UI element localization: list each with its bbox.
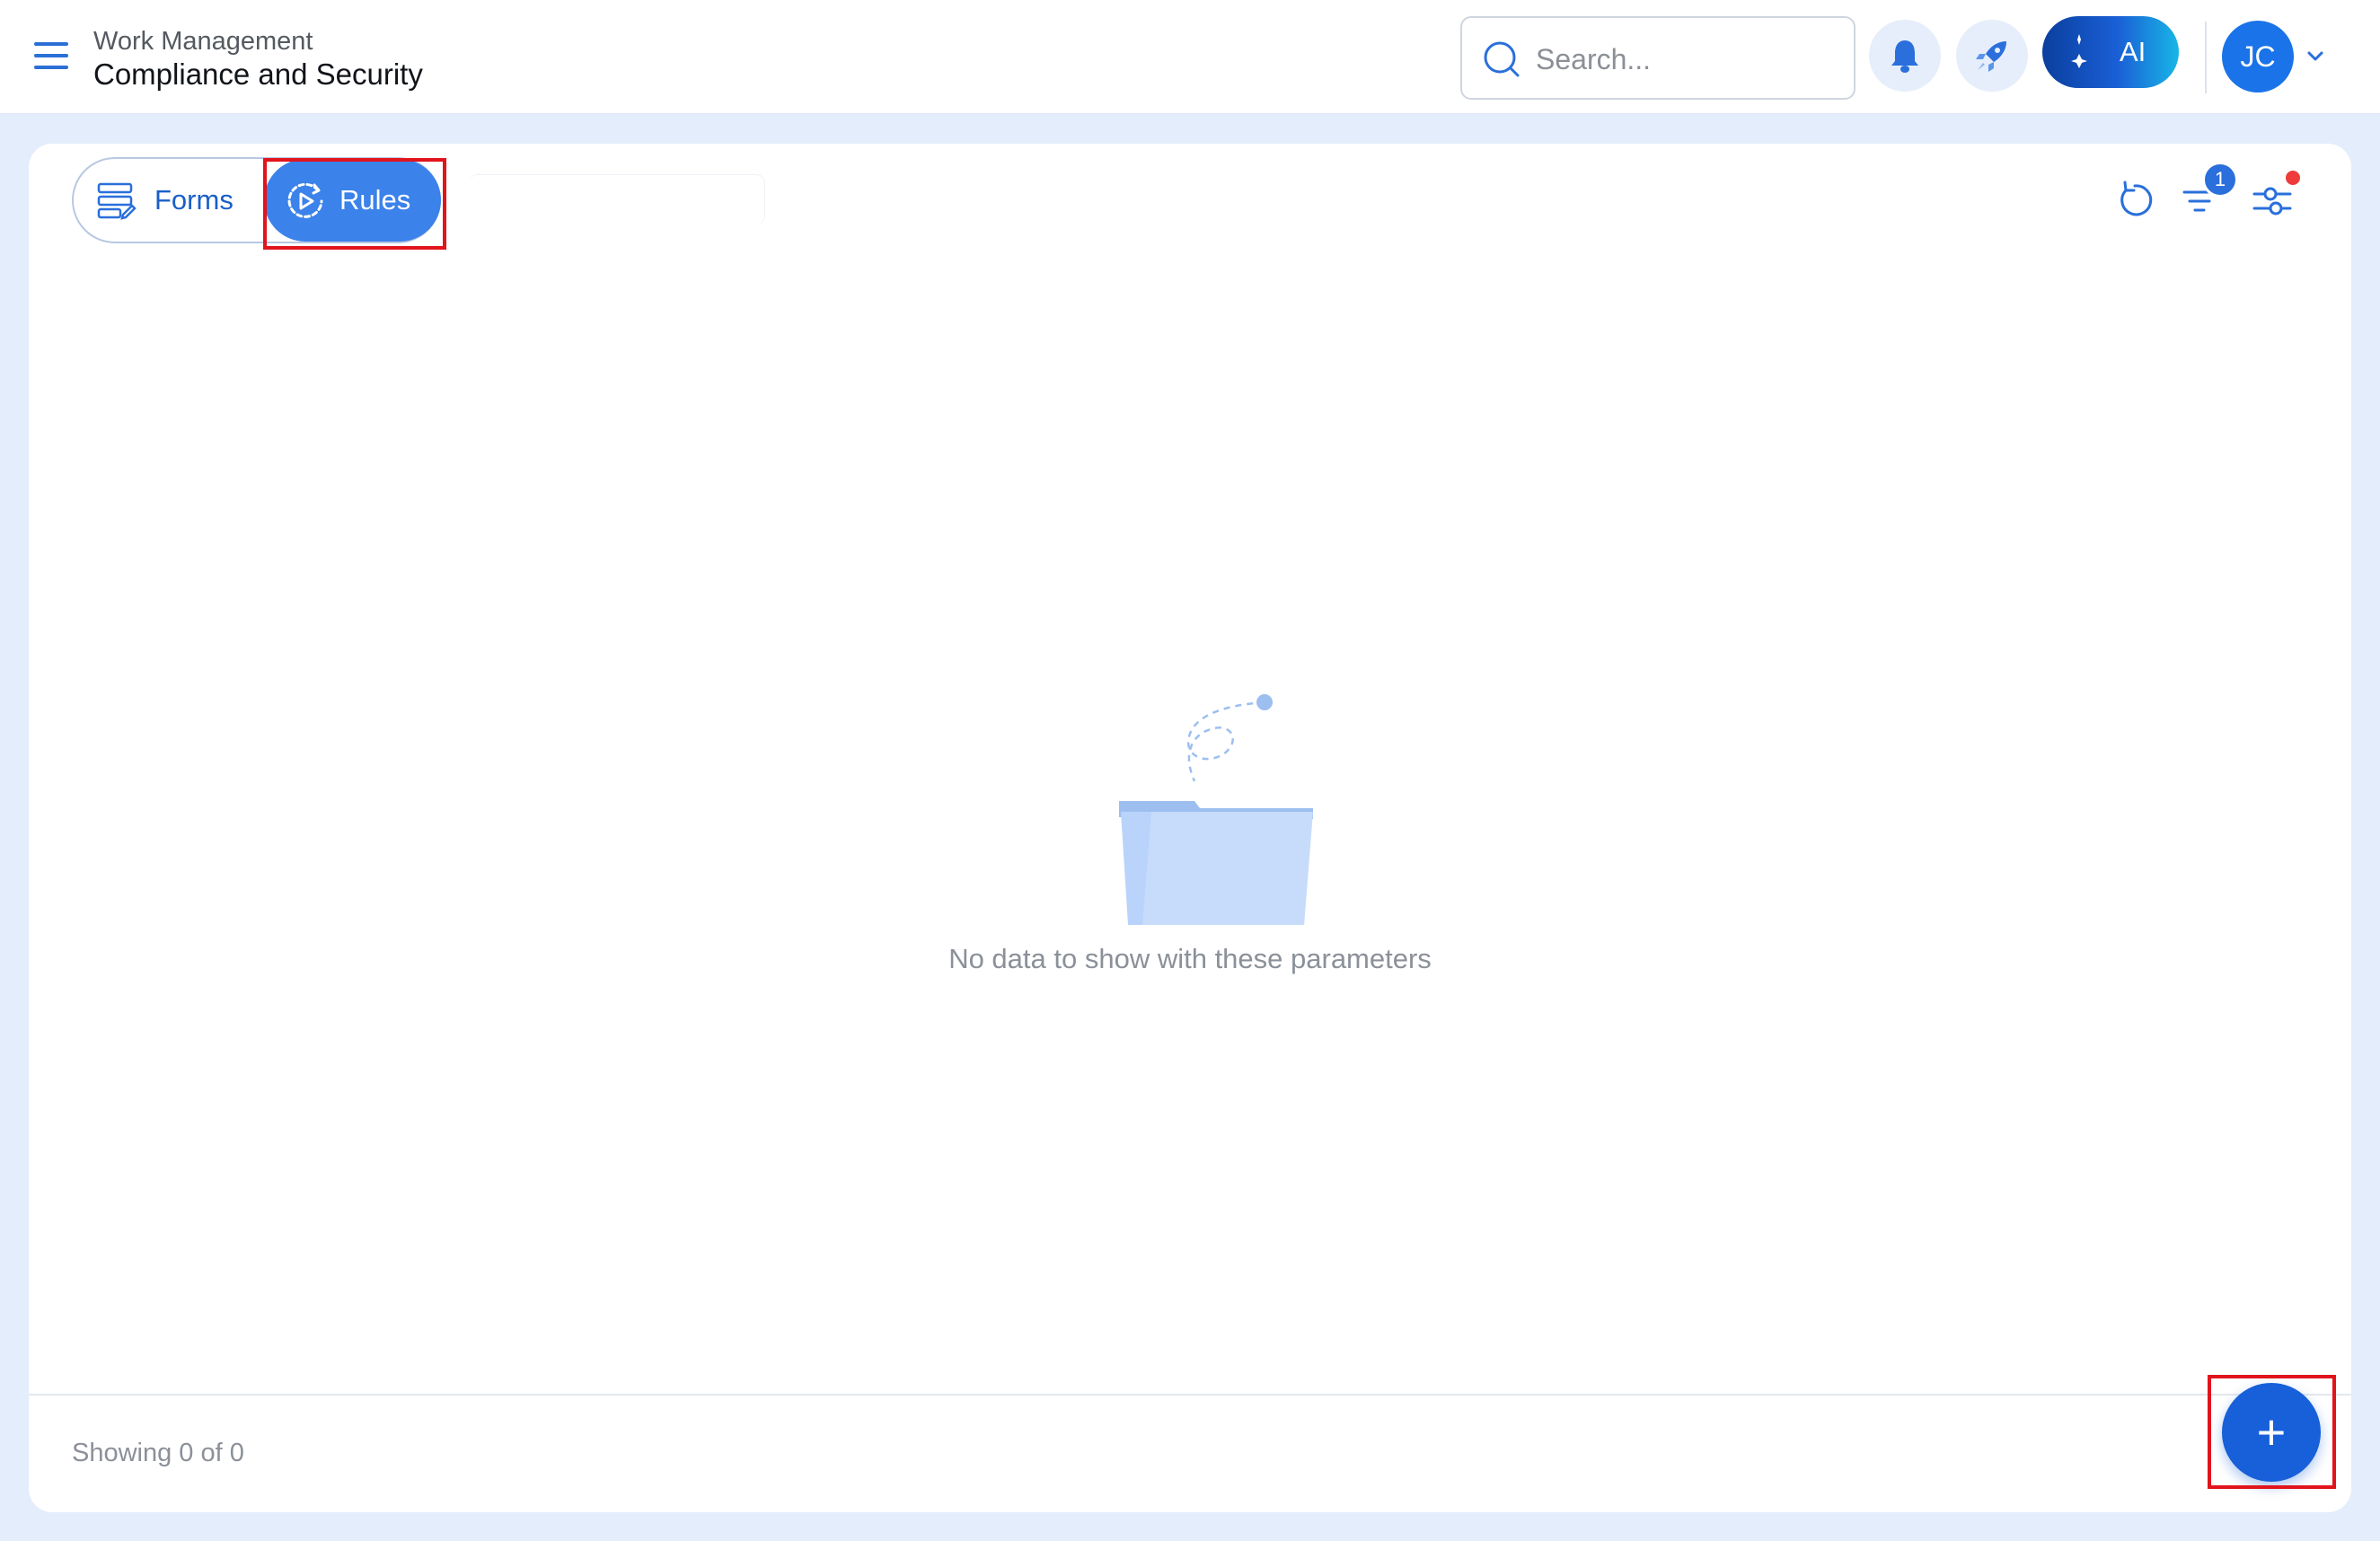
tab-forms-label: Forms	[154, 184, 234, 216]
view-switcher: Forms Rules	[72, 157, 441, 243]
rocket-icon	[1976, 41, 2006, 72]
ai-assistant-button[interactable]: AI	[2042, 16, 2179, 88]
divider	[2205, 22, 2207, 93]
page-title: Compliance and Security	[93, 57, 423, 91]
bell-icon	[1891, 40, 1918, 73]
content-card: Forms Rules 1 No data to show with these…	[29, 144, 2351, 1512]
top-bar: Work Management Compliance and Security …	[0, 0, 2380, 114]
forms-icon	[97, 182, 137, 220]
empty-state-message: No data to show with these parameters	[948, 943, 1432, 974]
tab-rules[interactable]: Rules	[264, 159, 441, 242]
filter-count-badge: 1	[2202, 162, 2238, 198]
tab-forms[interactable]: Forms	[74, 159, 262, 242]
add-button[interactable]: +	[2222, 1383, 2321, 1482]
search-box[interactable]	[1460, 16, 1856, 100]
sparkle-icon	[2071, 34, 2087, 68]
search-icon	[1484, 41, 1520, 77]
search-input[interactable]	[1536, 34, 1841, 84]
rules-play-icon	[287, 182, 323, 218]
notifications-button[interactable]	[1869, 20, 1941, 92]
settings-alert-dot	[2286, 171, 2300, 185]
tab-rules-label: Rules	[339, 184, 411, 216]
breadcrumb-parent[interactable]: Work Management	[93, 27, 313, 57]
avatar[interactable]: JC	[2222, 21, 2294, 92]
pagination-summary: Showing 0 of 0	[72, 1439, 244, 1467]
settings-sliders-icon[interactable]	[2251, 178, 2296, 223]
empty-tab-slot	[469, 174, 765, 225]
refresh-icon[interactable]	[2112, 178, 2157, 223]
ai-label: AI	[2120, 36, 2146, 67]
chevron-down-icon[interactable]	[2306, 50, 2324, 63]
empty-folder-icon	[1119, 694, 1313, 925]
launch-button[interactable]	[1956, 20, 2028, 92]
menu-icon[interactable]	[34, 42, 68, 71]
footer-divider	[29, 1394, 2351, 1396]
